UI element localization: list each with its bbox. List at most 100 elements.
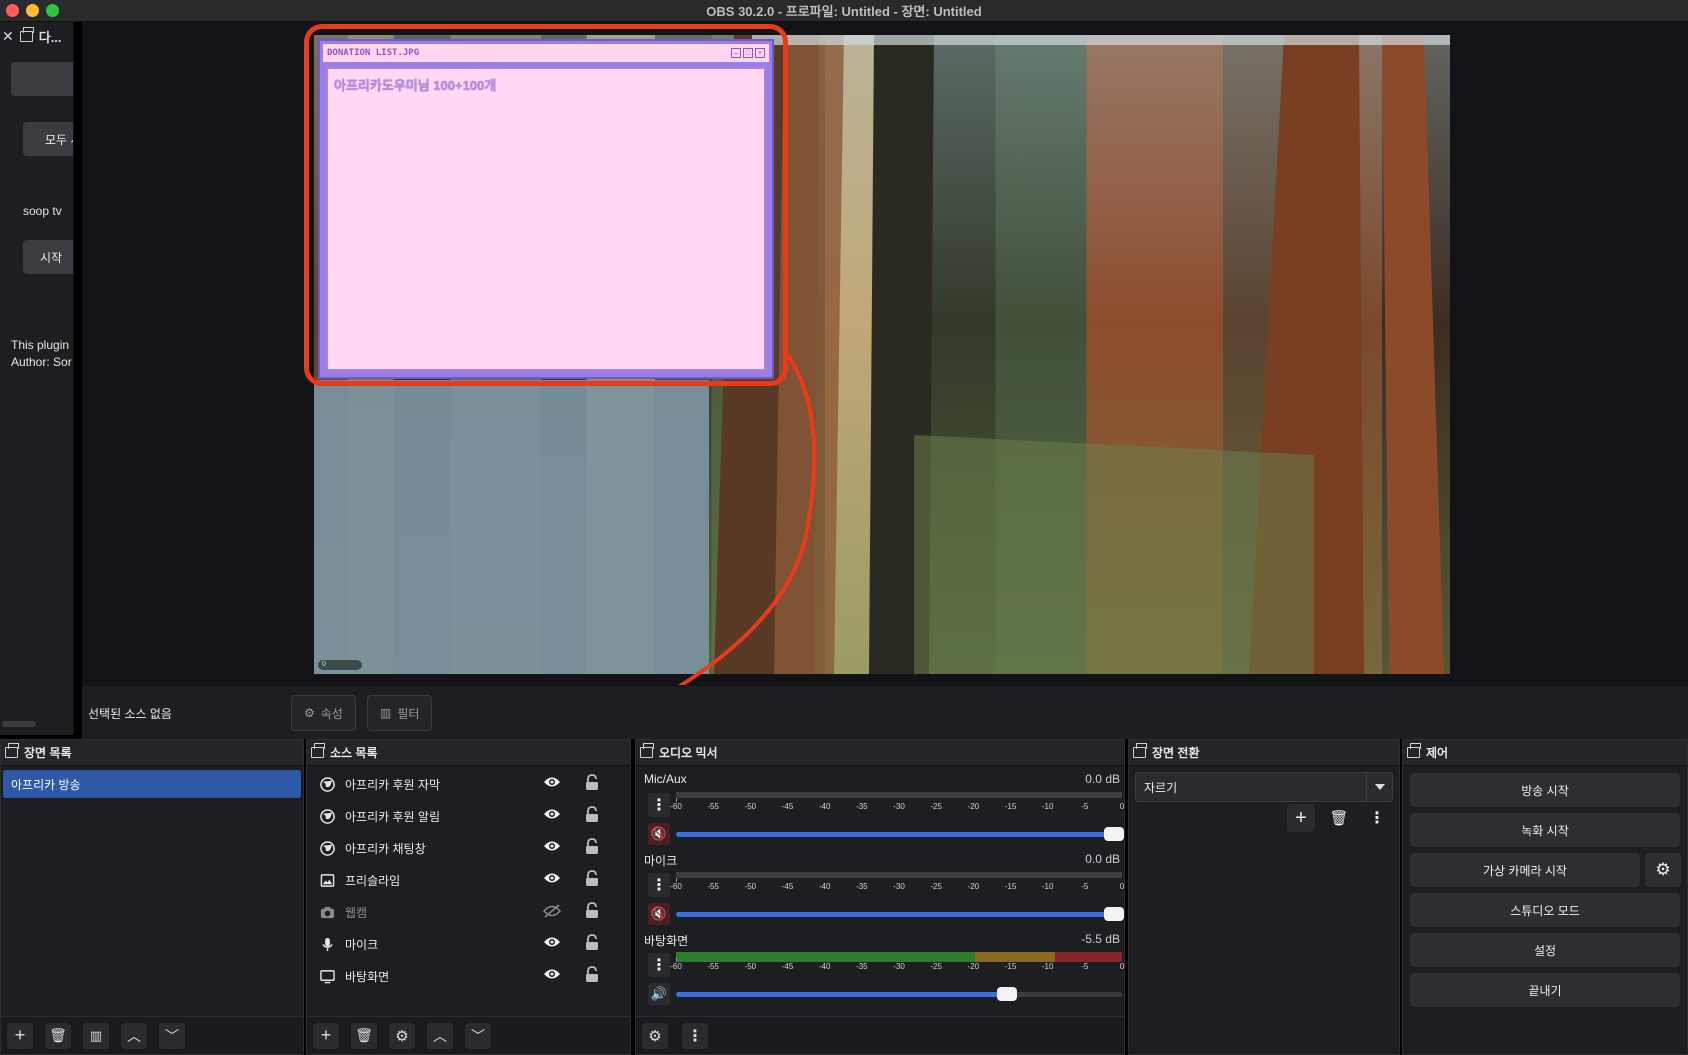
meter-scale-label: 0 xyxy=(1119,802,1125,811)
add-source-button[interactable]: + xyxy=(313,1022,339,1049)
start-recording-button[interactable]: 녹화 시작 xyxy=(1410,813,1680,847)
channel-menu-button[interactable]: ⋮ xyxy=(648,793,670,817)
maximize-window-button[interactable] xyxy=(46,4,59,17)
plugin-dock-scrollbar[interactable] xyxy=(2,721,36,727)
lock-icon[interactable] xyxy=(585,870,599,890)
source-row[interactable]: 바탕화면 xyxy=(307,960,630,992)
transition-selected-value: 자르기 xyxy=(1144,780,1178,795)
source-label: 프리슬라임 xyxy=(345,873,401,888)
start-streaming-button[interactable]: 방송 시작 xyxy=(1410,773,1680,807)
eye-icon[interactable] xyxy=(543,968,561,983)
filters-button[interactable]: ▥ 필터 xyxy=(367,695,433,731)
lock-icon[interactable] xyxy=(585,934,599,954)
source-row[interactable]: 아프리카 후원 알림 xyxy=(307,800,630,832)
controls-header: 제어 xyxy=(1403,740,1687,766)
speaker-muted-icon[interactable]: 🔇 xyxy=(648,903,670,925)
lock-icon[interactable] xyxy=(585,806,599,826)
meter-scale-label: -55 xyxy=(707,882,719,891)
source-row[interactable]: 웹캠 xyxy=(307,896,630,928)
eye-icon[interactable] xyxy=(543,840,561,855)
scenes-title: 장면 목록 xyxy=(24,746,72,760)
scene-filters-button[interactable]: ▥ xyxy=(83,1022,109,1049)
sources-dock: 소스 목록 아프리카 후원 자막 아프리카 후원 알림 아프리카 채팅창 프리슬라임 웹… xyxy=(306,739,631,1055)
remove-source-button[interactable]: 🗑 xyxy=(351,1022,377,1049)
eye-icon[interactable] xyxy=(543,808,561,823)
meter-scale-label: -35 xyxy=(856,802,868,811)
close-window-button[interactable] xyxy=(6,4,19,17)
transitions-dock: 장면 전환 자르기 + 🗑 ⋮ xyxy=(1128,739,1400,1055)
meter-scale-label: -40 xyxy=(818,962,831,971)
scene-item[interactable]: 아프리카 방송 xyxy=(3,770,301,798)
source-row[interactable]: 아프리카 채팅창 xyxy=(307,832,630,864)
source-label: 아프리카 후원 자막 xyxy=(345,777,440,792)
move-scene-up-button[interactable]: ︿ xyxy=(121,1022,147,1049)
lock-icon[interactable] xyxy=(585,838,599,858)
lock-icon[interactable] xyxy=(585,774,599,794)
plugin-blank-button[interactable] xyxy=(11,62,73,96)
transition-menu-button[interactable]: ⋮ xyxy=(1363,804,1391,832)
meter-scale-label: -30 xyxy=(893,962,905,971)
dock-window-icon xyxy=(311,743,325,758)
plugin-dock: ✕ 다... 모두 시 soop tv 시작 This plugin Autho… xyxy=(0,22,74,735)
mixer-channel: 마이크 0.0 dB ⋮ -60 -55 -50 -45 -40 -35 -30 -25 -20 -15… xyxy=(642,852,1124,930)
volume-fill xyxy=(676,992,1015,997)
globe-icon xyxy=(319,808,335,824)
channel-name: Mic/Aux xyxy=(644,772,687,786)
add-scene-button[interactable]: + xyxy=(7,1022,33,1049)
speaker-muted-icon[interactable]: 🔇 xyxy=(648,823,670,845)
studio-mode-button[interactable]: 스튜디오 모드 xyxy=(1410,893,1680,927)
plugin-all-button[interactable]: 모두 시 xyxy=(23,122,73,156)
meter-scale-label: -20 xyxy=(967,802,980,811)
virtual-camera-settings-button[interactable]: ⚙ xyxy=(1645,853,1681,887)
chevron-down-icon[interactable] xyxy=(1366,773,1392,801)
meter-scale-label: -55 xyxy=(707,962,719,971)
exit-button[interactable]: 끝내기 xyxy=(1410,973,1680,1007)
meter-scale-label: -5 xyxy=(1081,962,1089,971)
source-row[interactable]: 마이크 xyxy=(307,928,630,960)
channel-db: 0.0 dB xyxy=(1085,772,1120,786)
move-source-up-button[interactable]: ︿ xyxy=(427,1022,453,1049)
channel-menu-button[interactable]: ⋮ xyxy=(648,873,670,897)
close-dock-icon[interactable]: ✕ xyxy=(2,28,14,45)
add-transition-button[interactable]: + xyxy=(1287,804,1315,832)
gear-icon: ⚙ xyxy=(1655,860,1671,879)
remove-transition-button[interactable]: 🗑 xyxy=(1325,804,1353,832)
move-source-down-button[interactable]: ﹀ xyxy=(465,1022,491,1049)
properties-button[interactable]: ⚙ 속성 xyxy=(291,695,356,731)
mixer-menu-button[interactable]: ⋮ xyxy=(682,1022,708,1049)
plugin-start-button[interactable]: 시작 xyxy=(23,240,73,274)
settings-button[interactable]: 설정 xyxy=(1410,933,1680,967)
eye-hidden-icon[interactable] xyxy=(542,904,562,921)
transition-select[interactable]: 자르기 xyxy=(1135,772,1393,802)
source-label: 마이크 xyxy=(345,937,379,952)
start-virtual-camera-button[interactable]: 가상 카메라 시작 xyxy=(1410,853,1640,887)
volume-handle[interactable] xyxy=(1104,827,1124,841)
dock-window-icon xyxy=(19,26,34,42)
transitions-header: 장면 전환 xyxy=(1129,740,1399,766)
speaker-icon[interactable]: 🔊 xyxy=(648,983,670,1005)
advanced-audio-button[interactable]: ⚙ xyxy=(642,1022,668,1049)
eye-icon[interactable] xyxy=(543,936,561,951)
move-scene-down-button[interactable]: ﹀ xyxy=(159,1022,185,1049)
source-properties-button[interactable]: ⚙ xyxy=(389,1022,415,1049)
filter-icon: ▥ xyxy=(380,706,392,720)
volume-handle[interactable] xyxy=(1104,907,1124,921)
meter-scale-label: -15 xyxy=(1004,962,1017,971)
minimize-window-button[interactable] xyxy=(26,4,39,17)
volume-handle[interactable] xyxy=(996,987,1017,1001)
eye-icon[interactable] xyxy=(543,872,561,887)
volume-slider[interactable] xyxy=(676,907,1124,921)
volume-slider[interactable] xyxy=(676,827,1124,841)
source-row[interactable]: 아프리카 후원 자막 xyxy=(307,768,630,800)
meter-scale-label: -60 xyxy=(670,882,682,891)
channel-db: -5.5 dB xyxy=(1081,932,1120,946)
meter-scale-label: -45 xyxy=(781,962,794,971)
remove-scene-button[interactable]: 🗑 xyxy=(45,1022,71,1049)
channel-menu-button[interactable]: ⋮ xyxy=(648,953,670,977)
volume-slider[interactable] xyxy=(676,987,1122,1001)
lock-icon[interactable] xyxy=(585,966,599,986)
source-row[interactable]: 프리슬라임 xyxy=(307,864,630,896)
meter-scale-label: -50 xyxy=(744,882,757,891)
lock-icon[interactable] xyxy=(585,902,599,922)
eye-icon[interactable] xyxy=(543,776,561,791)
